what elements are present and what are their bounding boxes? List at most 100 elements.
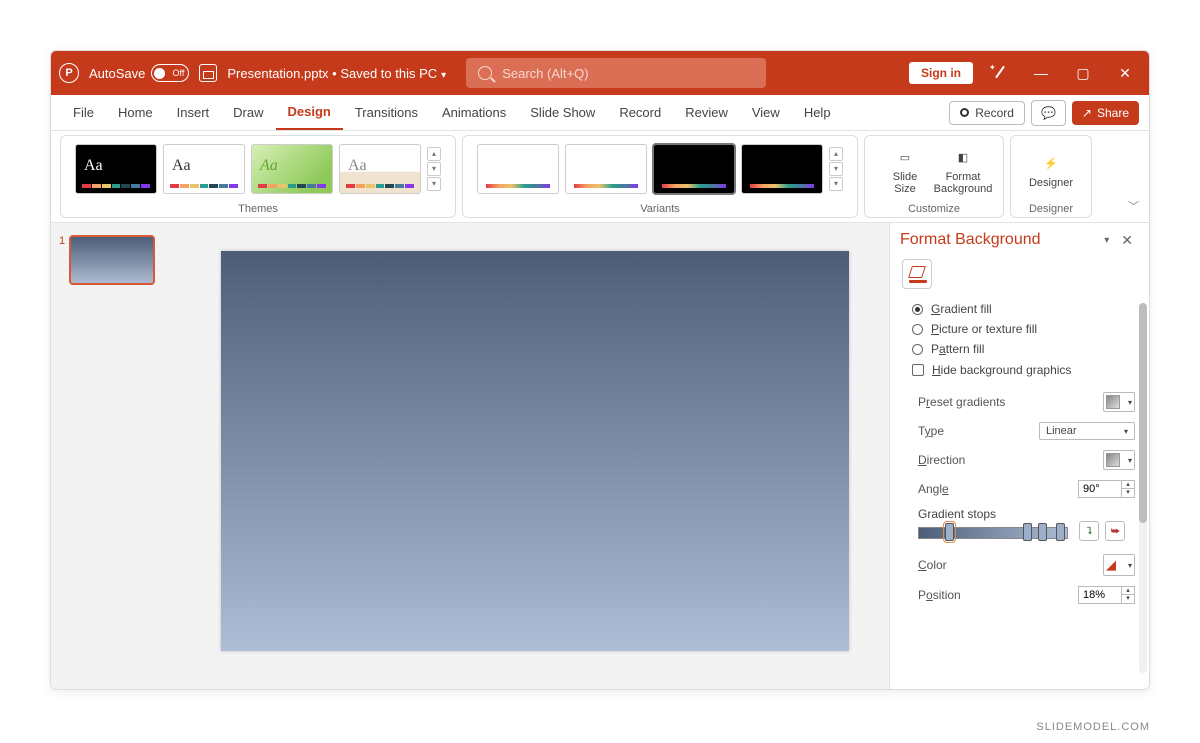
signin-button[interactable]: Sign in [909, 62, 973, 84]
minimize-button[interactable]: — [1025, 57, 1057, 89]
add-stop-button[interactable]: ⮧ [1079, 521, 1099, 541]
color-row: Color ◢▾ [904, 549, 1135, 581]
customize-group: ▭Slide Size ◧Format Background Customize [864, 135, 1004, 218]
menu-help[interactable]: Help [792, 95, 843, 130]
watermark: SLIDEMODEL.COM [1036, 721, 1150, 733]
menu-draw[interactable]: Draw [221, 95, 275, 130]
app-window: P AutoSave Off Presentation.pptx • Saved… [50, 50, 1150, 690]
app-icon: P [59, 63, 79, 83]
autosave-label: AutoSave [89, 66, 145, 81]
designer-group: ⚡Designer Designer [1010, 135, 1092, 218]
slide-size-icon: ▭ [892, 147, 918, 169]
position-row: Position ▴▾ [904, 581, 1135, 609]
collapse-ribbon-icon[interactable]: ﹀ [1128, 198, 1139, 214]
menu-design[interactable]: Design [276, 95, 343, 130]
color-dropdown[interactable]: ◢▾ [1103, 554, 1135, 576]
format-background-button[interactable]: ◧Format Background [937, 143, 989, 195]
themes-group: Aa Aa Aa Aa ▴▾▾ Themes [60, 135, 456, 218]
hide-bg-graphics-check[interactable]: Hide background graphics [904, 359, 1135, 387]
autosave-toggle[interactable]: Off [151, 64, 189, 82]
direction-dropdown[interactable]: ▾ [1103, 450, 1135, 470]
preset-gradients-row: Preset gradients ▾ [904, 387, 1135, 417]
theme-thumb[interactable]: Aa [251, 144, 333, 194]
menu-home[interactable]: Home [106, 95, 165, 130]
share-icon: ↗ [1082, 106, 1092, 120]
designer-icon: ⚡ [1038, 153, 1064, 175]
gradient-stop[interactable] [945, 523, 954, 541]
close-pane-button[interactable]: ✕ [1115, 232, 1139, 249]
ribbon: Aa Aa Aa Aa ▴▾▾ Themes ▴▾▾ Variants ▭Sli… [51, 131, 1149, 223]
menu-record[interactable]: Record [607, 95, 673, 130]
gradient-stops-label: Gradient stops [918, 507, 996, 521]
direction-row: Direction ▾ [904, 445, 1135, 475]
menu-view[interactable]: View [740, 95, 792, 130]
share-button[interactable]: ↗Share [1072, 101, 1139, 125]
type-row: Type Linear▾ [904, 417, 1135, 445]
record-dot-icon [960, 108, 969, 117]
slide-thumbnail[interactable] [69, 235, 155, 285]
picture-fill-radio[interactable]: Picture or texture fill [904, 319, 1135, 339]
theme-thumb[interactable]: Aa [339, 144, 421, 194]
variant-thumb[interactable] [477, 144, 559, 194]
menu-insert[interactable]: Insert [165, 95, 222, 130]
themes-label: Themes [238, 201, 278, 217]
comments-button[interactable]: 💬 [1031, 100, 1066, 126]
variant-thumb[interactable] [741, 144, 823, 194]
type-dropdown[interactable]: Linear▾ [1039, 422, 1135, 440]
theme-thumb[interactable]: Aa [163, 144, 245, 194]
gradient-fill-radio[interactable]: Gradient fill [904, 299, 1135, 319]
titlebar: P AutoSave Off Presentation.pptx • Saved… [51, 51, 1149, 95]
gradient-stops-track[interactable] [918, 525, 1068, 541]
remove-stop-button[interactable]: ⮩ [1105, 521, 1125, 541]
theme-thumb[interactable]: Aa [75, 144, 157, 194]
slide-thumbnails: 1 [51, 223, 181, 689]
gradient-stop[interactable] [1023, 523, 1032, 541]
slide-number: 1 [59, 235, 65, 285]
variants-scroll[interactable]: ▴▾▾ [829, 147, 843, 191]
angle-spinner[interactable]: ▴▾ [1078, 480, 1135, 498]
menu-slideshow[interactable]: Slide Show [518, 95, 607, 130]
gradient-stop[interactable] [1056, 523, 1065, 541]
pattern-fill-radio[interactable]: Pattern fill [904, 339, 1135, 359]
document-title[interactable]: Presentation.pptx • Saved to this PC▾ [227, 66, 446, 81]
angle-row: Angle ▴▾ [904, 475, 1135, 503]
preset-gradients-dropdown[interactable]: ▾ [1103, 392, 1135, 412]
slide-size-button[interactable]: ▭Slide Size [879, 143, 931, 195]
menubar: File Home Insert Draw Design Transitions… [51, 95, 1149, 131]
search-icon [478, 66, 492, 80]
maximize-button[interactable]: ▢ [1067, 57, 1099, 89]
paint-bucket-icon [909, 266, 926, 283]
fill-color-icon: ◢ [1106, 557, 1116, 573]
variant-thumb[interactable] [565, 144, 647, 194]
variants-label: Variants [640, 201, 680, 217]
customize-label: Customize [908, 201, 960, 217]
chevron-down-icon: ▾ [441, 70, 446, 81]
gradient-stop[interactable] [1038, 523, 1047, 541]
menu-review[interactable]: Review [673, 95, 740, 130]
menu-animations[interactable]: Animations [430, 95, 518, 130]
position-spinner[interactable]: ▴▾ [1078, 586, 1135, 604]
main-area: 1 Format Background ▾ ✕ Gradient fill Pi… [51, 223, 1149, 689]
save-icon[interactable] [199, 64, 217, 82]
menu-file[interactable]: File [61, 95, 106, 130]
pane-scrollbar[interactable] [1139, 303, 1147, 673]
close-button[interactable]: ✕ [1109, 57, 1141, 89]
variant-thumb[interactable] [653, 144, 735, 194]
fill-tab-button[interactable] [902, 259, 932, 289]
pane-title: Format Background [900, 231, 1098, 249]
search-box[interactable]: Search (Alt+Q) [466, 58, 766, 88]
format-background-pane: Format Background ▾ ✕ Gradient fill Pict… [889, 223, 1149, 689]
record-button[interactable]: Record [949, 101, 1025, 125]
themes-scroll[interactable]: ▴▾▾ [427, 147, 441, 191]
pencil-sparkle-icon[interactable] [983, 57, 1015, 89]
slide-canvas[interactable] [221, 251, 849, 651]
menu-transitions[interactable]: Transitions [343, 95, 430, 130]
format-background-icon: ◧ [950, 147, 976, 169]
slide-canvas-area[interactable] [181, 223, 889, 689]
pane-options-icon[interactable]: ▾ [1098, 235, 1115, 246]
designer-label: Designer [1029, 201, 1073, 217]
autosave[interactable]: AutoSave Off [89, 64, 189, 82]
designer-button[interactable]: ⚡Designer [1025, 149, 1077, 189]
variants-group: ▴▾▾ Variants [462, 135, 858, 218]
search-placeholder: Search (Alt+Q) [502, 66, 588, 81]
